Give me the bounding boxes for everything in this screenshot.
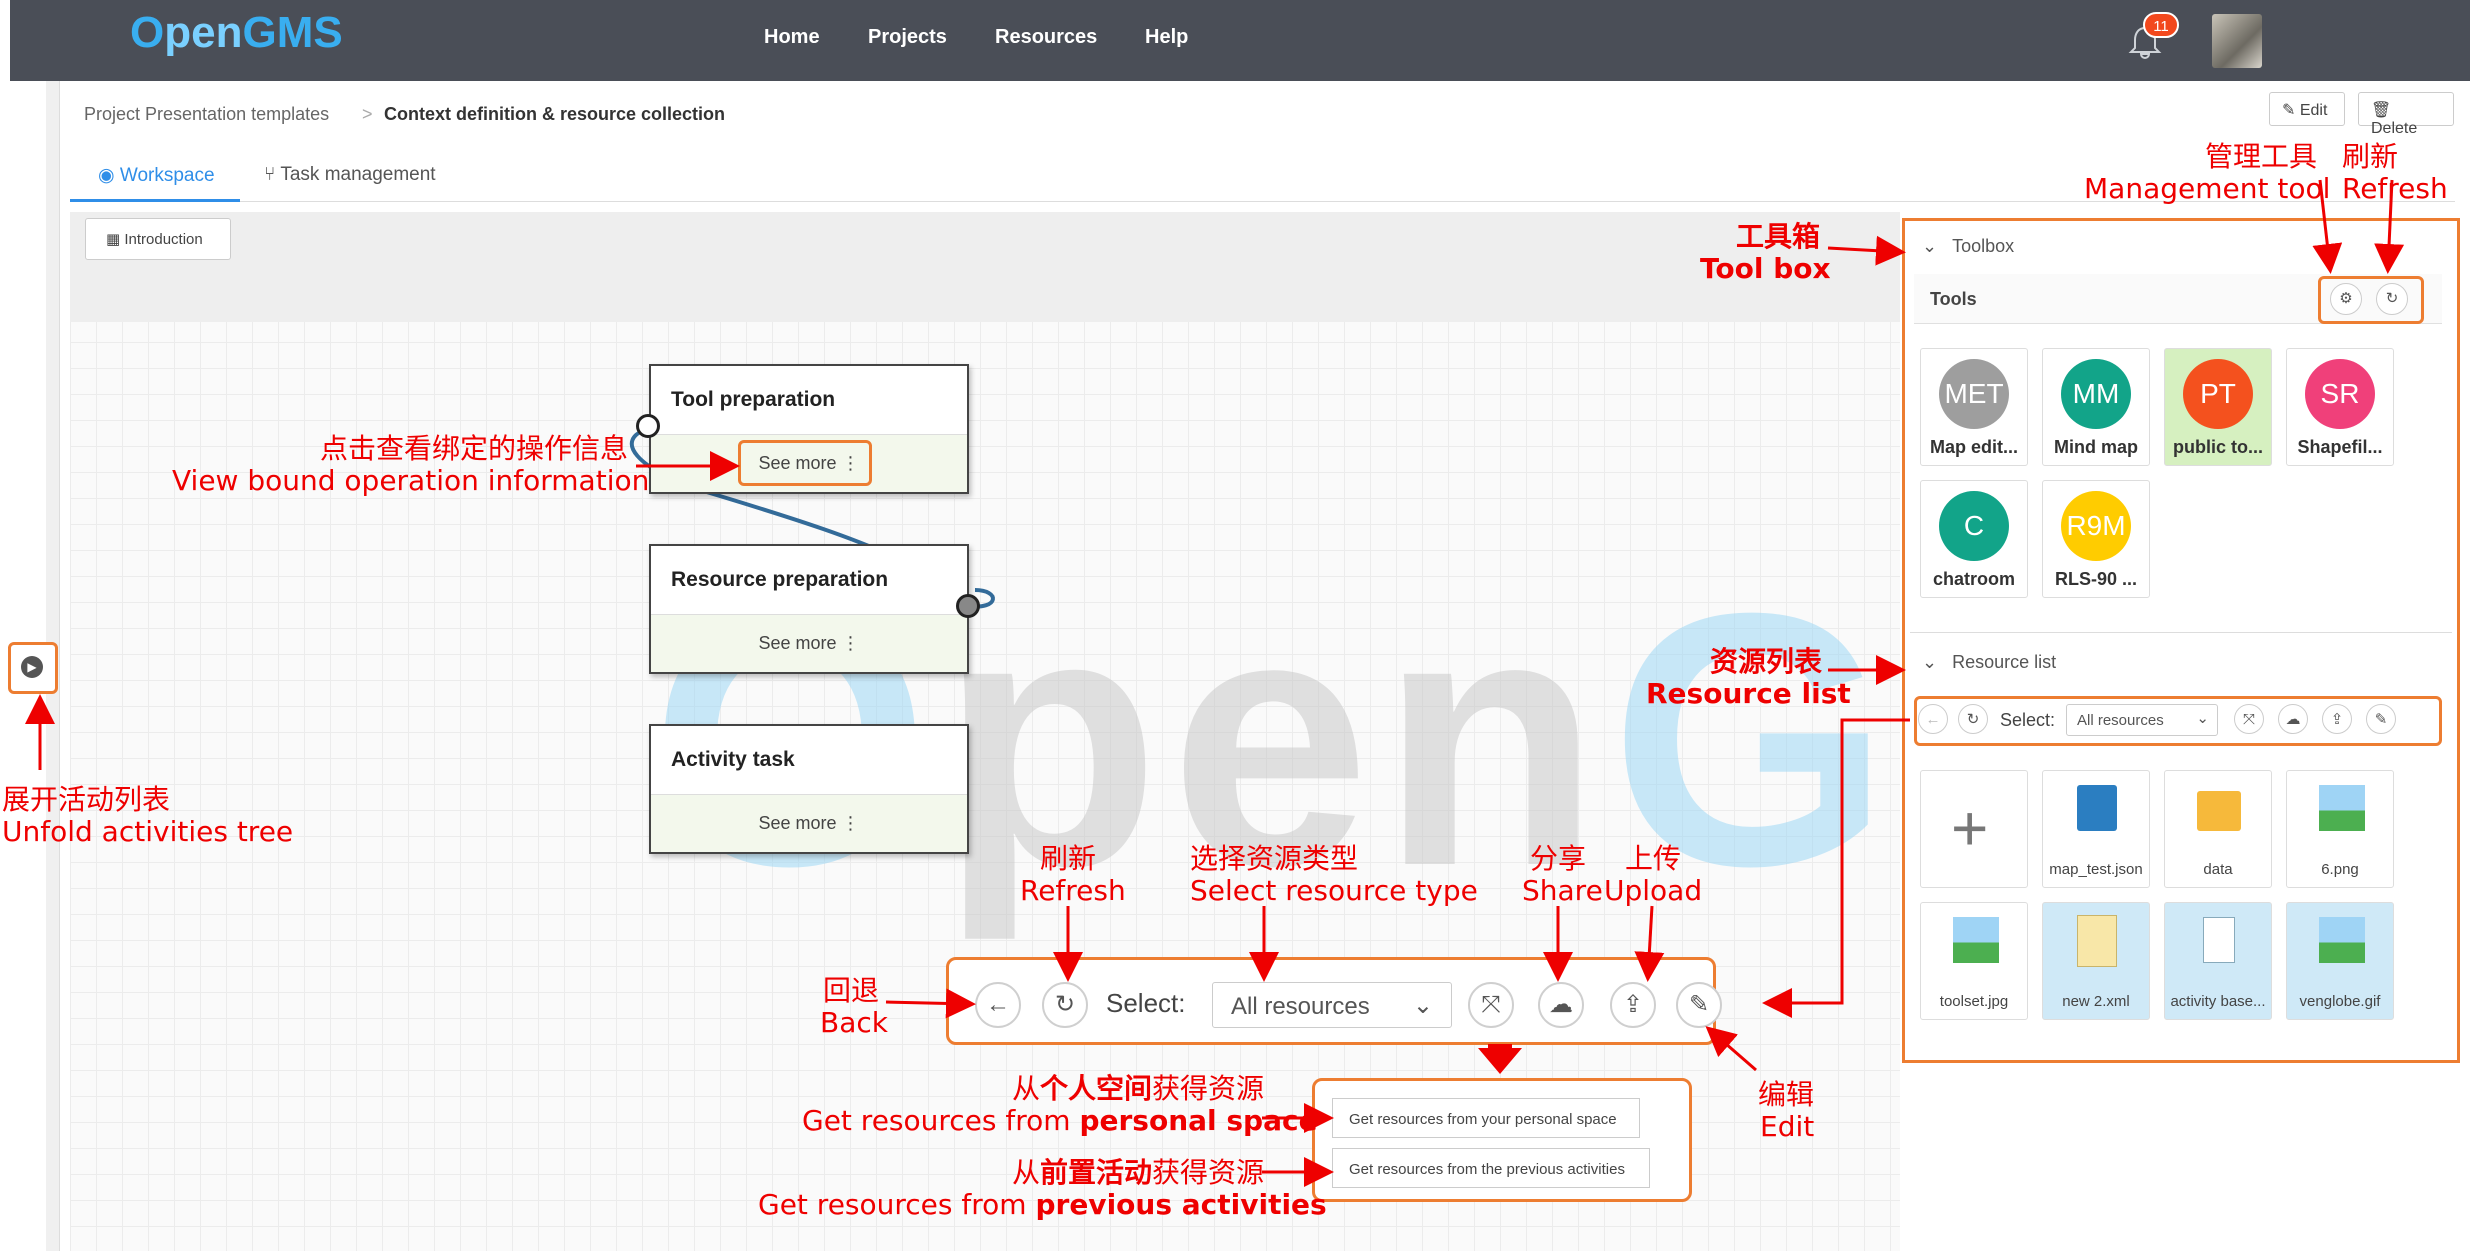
annotation-previous-en: Get resources from previous activities <box>758 1188 1327 1221</box>
annotation-personal-zh: 从个人空间获得资源 <box>1012 1072 1265 1105</box>
annotation-edit-zh: 编辑 <box>1758 1078 1815 1111</box>
annotation-edit-en: Edit <box>1760 1110 1815 1143</box>
annotation-share-en: Share <box>1522 874 1603 907</box>
annotation-personal-en: Get resources from personal space <box>802 1104 1318 1137</box>
annotation-select-en: Select resource type <box>1190 874 1478 907</box>
annotation-view-en: View bound operation information <box>172 464 650 497</box>
annotation-select-zh: 选择资源类型 <box>1190 842 1359 875</box>
annotation-upload-zh: 上传 <box>1625 842 1682 875</box>
annotation-view-zh: 点击查看绑定的操作信息 <box>320 432 629 465</box>
annotation-unfold-en: Unfold activities tree <box>2 815 294 848</box>
annotation-back-zh: 回退 <box>823 974 880 1007</box>
annotation-share-zh: 分享 <box>1530 842 1587 875</box>
annotation-refresh2-en: Refresh <box>1020 874 1126 907</box>
annotation-refresh-zh: 刷新 <box>2342 140 2399 173</box>
annotation-management-zh: 管理工具 <box>2205 140 2318 173</box>
annotation-refresh2-zh: 刷新 <box>1040 842 1097 875</box>
annotation-back-en: Back <box>820 1006 888 1039</box>
annotation-resource-zh: 资源列表 <box>1710 645 1823 678</box>
annotation-toolbox-zh: 工具箱 <box>1736 220 1821 253</box>
annotation-resource-en: Resource list <box>1646 677 1851 710</box>
annotation-toolbox-en: Tool box <box>1700 252 1831 285</box>
annotation-upload-en: Upload <box>1604 874 1703 907</box>
annotation-management-en: Management tool <box>2084 172 2331 205</box>
annotation-previous-zh: 从前置活动获得资源 <box>1012 1156 1265 1189</box>
annotation-unfold-zh: 展开活动列表 <box>2 783 171 816</box>
annotation-refresh-en: Refresh <box>2342 172 2448 205</box>
